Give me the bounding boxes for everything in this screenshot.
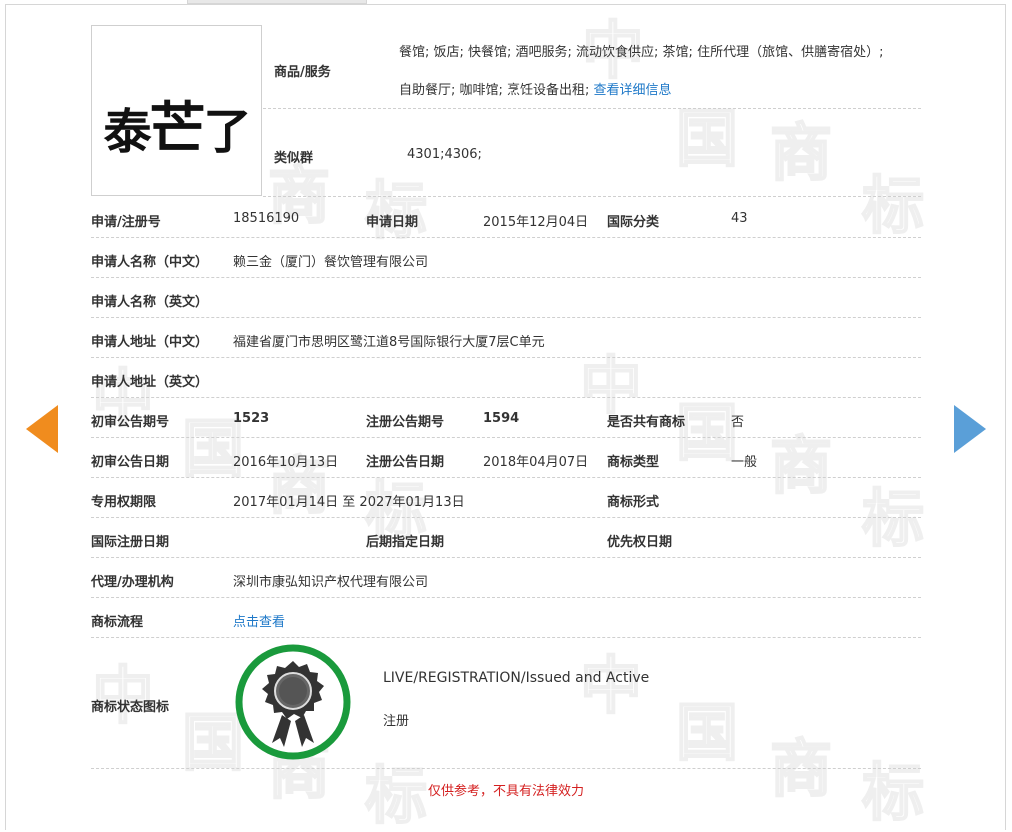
reg-issue-label: 注册公告期号 [366, 415, 445, 430]
divider [91, 317, 921, 318]
logo-char: 泰 [103, 104, 151, 160]
reg-issue-value: 1594 [483, 411, 520, 426]
ribbon-seal-icon [234, 643, 352, 761]
divider [91, 397, 921, 398]
agent-label: 代理/办理机构 [91, 575, 174, 590]
process-link[interactable]: 点击查看 [233, 611, 285, 630]
divider [91, 517, 921, 518]
goods-line-2: 自助餐厅; 咖啡馆; 烹饪设备出租; 查看详细信息 [399, 79, 672, 98]
divider [91, 437, 921, 438]
prelim-issue-label: 初审公告期号 [91, 415, 170, 430]
intl-class-value: 43 [731, 211, 748, 226]
trademark-logo-text: 泰芒了 [92, 84, 261, 165]
goods-line-1: 餐馆; 饭店; 快餐馆; 酒吧服务; 流动饮食供应; 茶馆; 住所代理（旅馆、供… [399, 45, 884, 60]
goods-label: 商品/服务 [274, 65, 331, 80]
prelim-issue-value: 1523 [233, 411, 270, 426]
divider [91, 237, 921, 238]
logo-char: 了 [203, 104, 252, 160]
divider [91, 277, 921, 278]
trademark-image: 泰芒了 [91, 25, 262, 196]
address-cn-label: 申请人地址（中文） [91, 335, 209, 350]
tm-type-value: 一般 [731, 455, 758, 470]
reg-date-label: 注册公告日期 [366, 455, 445, 470]
applicant-cn-value: 赖三金（厦门）餐饮管理有限公司 [233, 255, 429, 270]
apply-date-label: 申请日期 [366, 215, 419, 230]
address-en-label: 申请人地址（英文） [91, 375, 209, 390]
prelim-date-value: 2016年10月13日 [233, 455, 339, 470]
divider [91, 597, 921, 598]
tm-form-label: 商标形式 [607, 495, 660, 510]
divider [91, 768, 921, 769]
similar-group-value: 4301;4306; [407, 147, 482, 162]
divider [91, 637, 921, 638]
similar-group-label: 类似群 [274, 151, 314, 166]
arrow-right-icon[interactable] [954, 405, 986, 453]
intl-class-label: 国际分类 [607, 215, 660, 230]
arrow-left-icon[interactable] [26, 405, 58, 453]
tm-type-label: 商标类型 [607, 455, 660, 470]
shared-label: 是否共有商标 [607, 415, 686, 430]
intl-reg-date-label: 国际注册日期 [91, 535, 170, 550]
reg-date-value: 2018年04月07日 [483, 455, 589, 470]
status-en-value: LIVE/REGISTRATION/Issued and Active [383, 670, 650, 686]
term-value: 2017年01月14日 至 2027年01月13日 [233, 495, 465, 510]
process-label: 商标流程 [91, 615, 144, 630]
divider [91, 557, 921, 558]
reg-no-label: 申请/注册号 [91, 215, 161, 230]
reg-no-value: 18516190 [233, 211, 300, 226]
agent-value: 深圳市康弘知识产权代理有限公司 [233, 575, 429, 590]
divider [263, 108, 921, 109]
divider [91, 357, 921, 358]
later-date-label: 后期指定日期 [366, 535, 445, 550]
priority-date-label: 优先权日期 [607, 535, 673, 550]
status-cn-value: 注册 [383, 714, 410, 729]
applicant-en-label: 申请人名称（英文） [91, 295, 209, 310]
logo-char: 芒 [149, 97, 206, 162]
disclaimer-text: 仅供参考，不具有法律效力 [427, 784, 584, 799]
divider [91, 477, 921, 478]
address-cn-value: 福建省厦门市思明区鹭江道8号国际银行大厦7层C单元 [233, 335, 545, 350]
top-tab[interactable] [187, 0, 367, 4]
goods-line-2-text: 自助餐厅; 咖啡馆; 烹饪设备出租; [399, 83, 590, 98]
goods-detail-link[interactable]: 查看详细信息 [594, 83, 672, 98]
prelim-date-label: 初审公告日期 [91, 455, 170, 470]
apply-date-value: 2015年12月04日 [483, 215, 589, 230]
term-label: 专用权期限 [91, 495, 157, 510]
shared-value: 否 [731, 415, 745, 430]
status-label: 商标状态图标 [91, 700, 170, 715]
applicant-cn-label: 申请人名称（中文） [91, 255, 209, 270]
divider [263, 196, 921, 197]
